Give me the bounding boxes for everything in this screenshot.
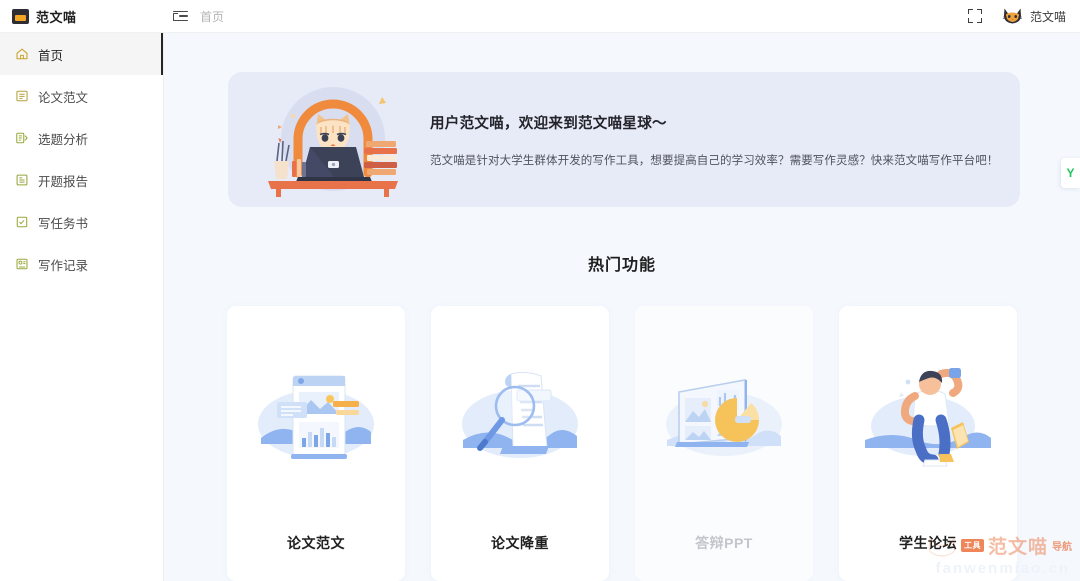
sidebar-item-paper-samples[interactable]: 论文范文 <box>0 75 163 117</box>
menu-collapse-icon[interactable] <box>173 9 188 24</box>
banner-text: 用户范文喵，欢迎来到范文喵星球～ 范文喵是针对大学生群体开发的写作工具，想要提高… <box>430 112 998 168</box>
feature-card-label: 论文范文 <box>287 535 345 551</box>
main-content: 用户范文喵，欢迎来到范文喵星球～ 范文喵是针对大学生群体开发的写作工具，想要提高… <box>164 33 1080 581</box>
student-illustration <box>853 354 1003 486</box>
presentation-illustration <box>649 354 799 486</box>
feature-card-paper-samples[interactable]: 论文范文 <box>227 306 405 581</box>
analysis-icon <box>16 132 28 144</box>
cat-avatar-icon <box>1002 8 1022 24</box>
cat-laptop-illustration <box>258 81 408 199</box>
breadcrumb[interactable]: 首页 <box>200 8 224 25</box>
fullscreen-icon[interactable] <box>967 9 982 23</box>
feature-card-defense-ppt[interactable]: 答辩PPT <box>635 306 813 581</box>
brand[interactable]: 范文喵 <box>0 7 164 26</box>
feature-card-label: 学生论坛 <box>899 535 957 551</box>
sidebar-item-home[interactable]: 首页 <box>0 33 163 75</box>
feature-card-student-forum[interactable]: 学生论坛 <box>839 306 1017 581</box>
sidebar-item-opening-report[interactable]: 开题报告 <box>0 159 163 201</box>
top-bar-right: 范文喵 <box>967 7 1080 25</box>
sidebar-item-task-book[interactable]: 写任务书 <box>0 201 163 243</box>
writing-record-icon <box>16 258 28 270</box>
app-root: 范文喵 首页 范文喵 首页 论文范文 选题分析 开题报告 写任务书 写作记录 用… <box>0 0 1080 581</box>
top-bar-left: 首页 <box>164 8 224 25</box>
top-bar: 范文喵 首页 范文喵 <box>0 0 1080 33</box>
banner-title: 用户范文喵，欢迎来到范文喵星球～ <box>430 115 667 132</box>
welcome-banner: 用户范文喵，欢迎来到范文喵星球～ 范文喵是针对大学生群体开发的写作工具，想要提高… <box>228 72 1020 207</box>
sidebar-item-label: 写任务书 <box>38 216 89 231</box>
side-widget-button[interactable]: Y <box>1061 158 1080 188</box>
body: 首页 论文范文 选题分析 开题报告 写任务书 写作记录 用户范文喵，欢迎来到范文… <box>0 33 1080 581</box>
feature-card-plagiarism-reduce[interactable]: 论文降重 <box>431 306 609 581</box>
document-chart-illustration <box>241 354 391 486</box>
feature-card-label: 答辩PPT <box>695 535 753 551</box>
report-icon <box>16 174 28 186</box>
sidebar-item-label: 写作记录 <box>38 258 89 273</box>
user-menu[interactable]: 范文喵 <box>1002 7 1066 25</box>
section-title: 热门功能 <box>587 257 656 274</box>
user-name: 范文喵 <box>1029 9 1066 24</box>
sidebar-item-label: 开题报告 <box>38 174 89 189</box>
sidebar-item-label: 论文范文 <box>38 90 89 105</box>
feature-card-list: 论文范文 论文降重 答辩PPT 学生论坛 <box>164 306 1080 581</box>
magnifier-paper-illustration <box>445 354 595 486</box>
task-book-icon <box>16 216 28 228</box>
cat-logo-icon <box>12 8 29 24</box>
sidebar-item-topic-analysis[interactable]: 选题分析 <box>0 117 163 159</box>
home-icon <box>16 48 28 60</box>
banner-subtitle: 范文喵是针对大学生群体开发的写作工具，想要提高自己的学习效率？需要写作灵感？快来… <box>430 154 999 167</box>
sidebar: 首页 论文范文 选题分析 开题报告 写任务书 写作记录 <box>0 33 164 581</box>
document-icon <box>16 90 28 102</box>
sidebar-item-label: 选题分析 <box>38 132 89 147</box>
feature-card-label: 论文降重 <box>491 535 549 551</box>
sidebar-item-label: 首页 <box>38 48 64 63</box>
sidebar-item-writing-record[interactable]: 写作记录 <box>0 243 163 285</box>
brand-name: 范文喵 <box>36 9 77 25</box>
